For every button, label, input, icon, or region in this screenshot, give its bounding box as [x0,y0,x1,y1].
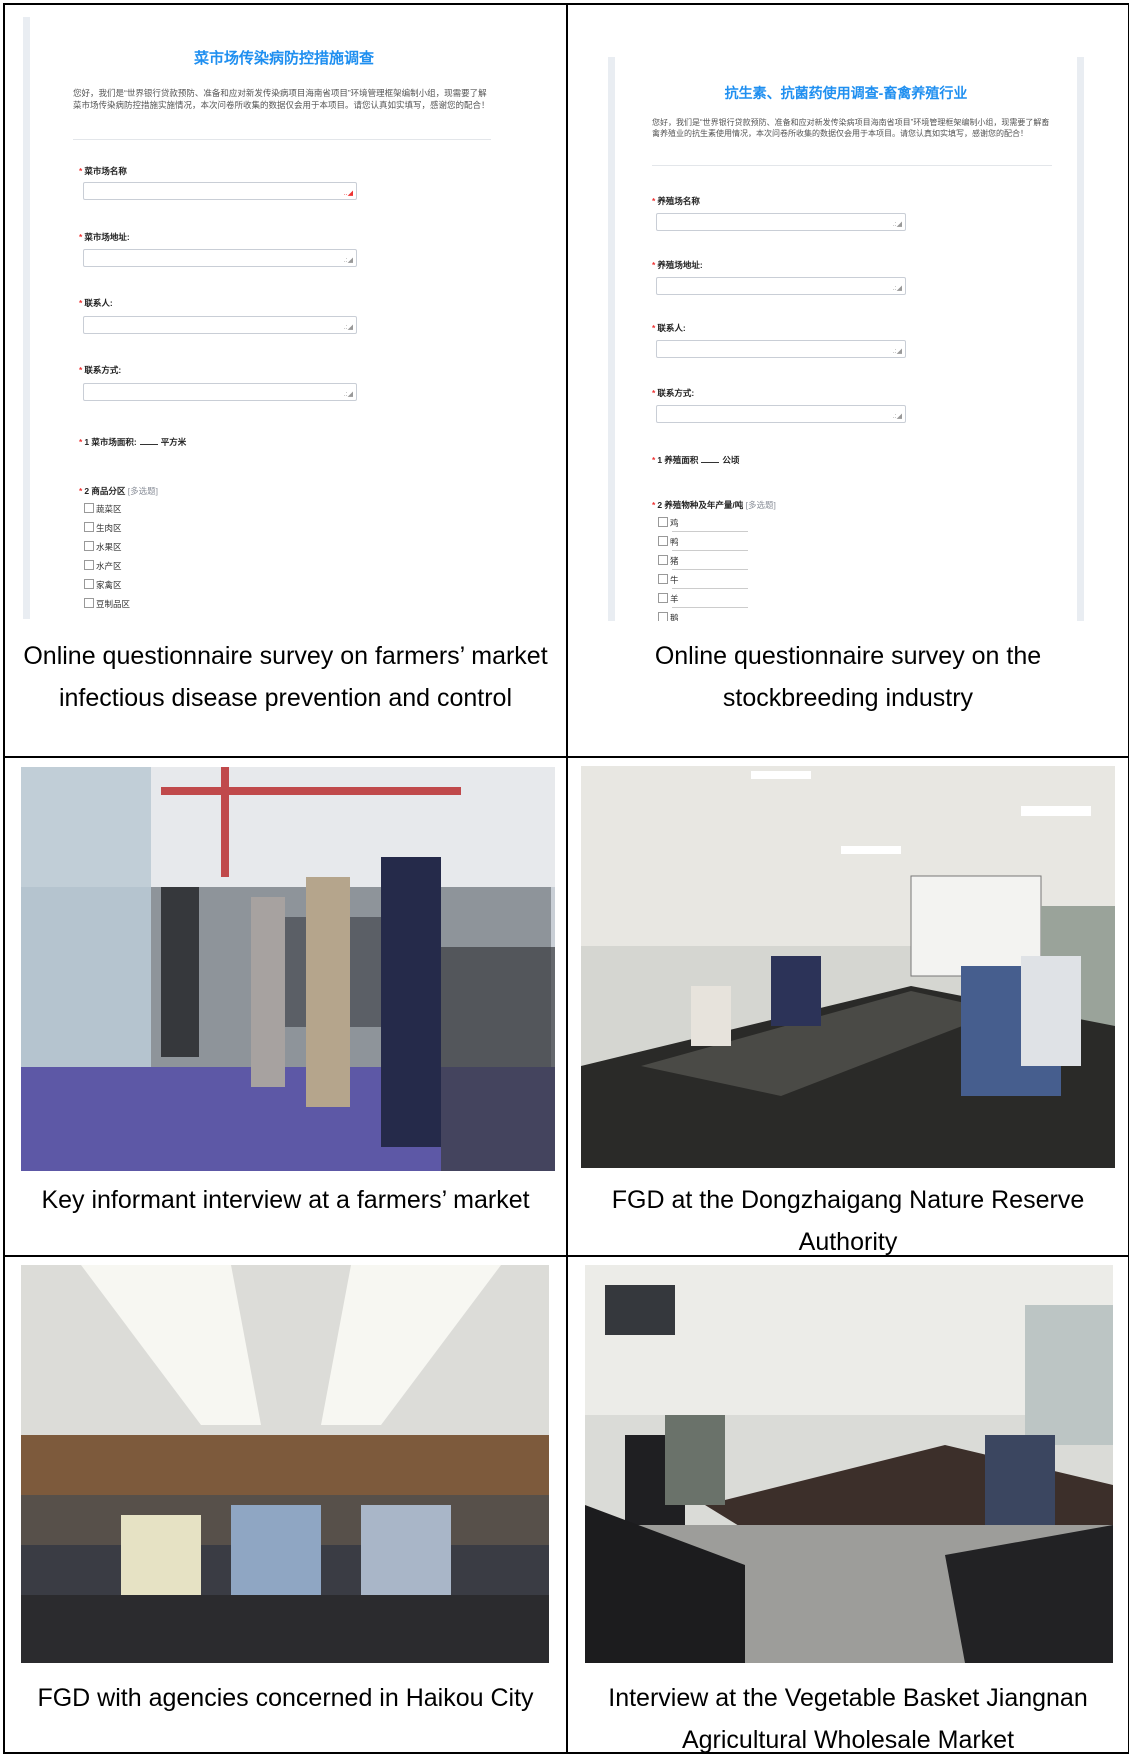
photo-fgd-dongzhaigang [581,766,1115,1168]
checkbox[interactable] [84,541,94,551]
checkbox-option[interactable]: 鹅 [658,612,679,621]
checkbox-option[interactable]: 羊 [658,593,748,608]
photo-vegetable-basket-interview [585,1265,1113,1663]
contact-person-input[interactable]: .:◢ [656,340,906,358]
caption-stockbreeding-questionnaire: Online questionnaire survey on the stock… [654,642,1042,712]
field-label-market-name: * 菜市场名称 [79,166,127,176]
checkbox[interactable] [658,536,668,546]
checkbox-option[interactable]: 牛 [658,574,748,589]
market-questionnaire-screenshot: 菜市场传染病防控措施调查 您好，我们是“世界银行贷款预防、准备和应对新发传染病项… [23,17,545,619]
field-label-contact-person: * 联系人: [79,298,113,308]
photo-fgd-haikou [21,1265,549,1663]
divider [652,165,1052,166]
screenshot-rail-left [608,57,615,621]
questionnaire-intro: 您好，我们是“世界银行贷款预防、准备和应对新发传染病项目海南省项目”环境管理框架… [652,118,1050,138]
photo-grid-table: 菜市场传染病防控措施调查 您好，我们是“世界银行贷款预防、准备和应对新发传染病项… [3,3,1129,1754]
caption-fgd-haikou: FGD with agencies concerned in Haikou Ci… [37,1684,534,1712]
checkbox-option[interactable]: 蔬菜区 [84,503,122,515]
checkbox[interactable] [658,593,668,603]
farm-address-input[interactable]: .:◢ [656,277,906,295]
cell-vegetable-basket-interview: Interview at the Vegetable Basket Jiangn… [566,1255,1129,1754]
checkbox-option[interactable]: 生肉区 [84,522,122,534]
question-1-market-area: * 1 菜市场面积: 平方米 [79,435,187,447]
checkbox[interactable] [84,598,94,608]
screenshot-rail-right [1077,57,1084,621]
caption-vegetable-basket-interview: Interview at the Vegetable Basket Jiangn… [608,1684,1088,1754]
questionnaire-title: 抗生素、抗菌药使用调查-畜禽养殖行业 [724,85,968,101]
caption-key-informant-interview: Key informant interview at a farmers’ ma… [41,1186,530,1214]
checkbox[interactable] [84,579,94,589]
contact-info-input[interactable]: .:◢ [83,383,357,401]
checkbox[interactable] [84,522,94,532]
field-label-farm-address: * 养殖场地址: [652,260,703,270]
cell-fgd-haikou: FGD with agencies concerned in Haikou Ci… [3,1255,568,1754]
questionnaire-intro: 您好，我们是“世界银行贷款预防、准备和应对新发传染病项目海南省项目”环境管理框架… [73,88,490,110]
caption-fgd-dongzhaigang: FGD at the Dongzhaigang Nature Reserve A… [611,1186,1085,1256]
checkbox[interactable] [658,574,668,584]
screenshot-rail-left [23,17,30,619]
field-label-farm-name: * 养殖场名称 [652,196,700,206]
field-label-contact-person: * 联系人: [652,323,686,333]
checkbox[interactable] [84,503,94,513]
question-2-product-zones: * 2 商品分区 [多选题] [79,486,159,496]
checkbox-option[interactable]: 鸡 [658,517,748,532]
cell-key-informant-interview: Key informant interview at a farmers’ ma… [3,756,568,1257]
checkbox-option[interactable]: 家禽区 [84,579,122,591]
cell-fgd-dongzhaigang: FGD at the Dongzhaigang Nature Reserve A… [566,756,1129,1257]
question-1-farm-area: * 1 养殖面积 公顷 [652,453,740,465]
field-label-contact-info: * 联系方式: [79,365,122,375]
checkbox[interactable] [658,517,668,527]
cell-stockbreeding-questionnaire: 抗生素、抗菌药使用调查-畜禽养殖行业 您好，我们是“世界银行贷款预防、准备和应对… [566,3,1129,758]
cell-market-questionnaire: 菜市场传染病防控措施调查 您好，我们是“世界银行贷款预防、准备和应对新发传染病项… [3,3,568,758]
field-label-contact-info: * 联系方式: [652,388,695,398]
questionnaire-title: 菜市场传染病防控措施调查 [193,50,374,67]
caption-market-questionnaire: Online questionnaire survey on farmers’ … [23,642,548,712]
checkbox-option[interactable]: 水产区 [84,560,122,572]
farm-name-input[interactable]: .:◢ [656,213,906,231]
stockbreeding-questionnaire-screenshot: 抗生素、抗菌药使用调查-畜禽养殖行业 您好，我们是“世界银行贷款预防、准备和应对… [608,57,1084,621]
checkbox[interactable] [658,612,668,621]
area-blank-input[interactable] [139,435,158,445]
checkbox[interactable] [658,555,668,565]
market-name-input[interactable]: ..◢ [83,182,357,200]
checkbox[interactable] [84,560,94,570]
divider [73,139,491,140]
contact-person-input[interactable]: .:◢ [83,316,357,334]
checkbox-option[interactable]: 豆制品区 [84,598,130,610]
field-label-market-address: * 菜市场地址: [79,232,130,242]
question-2-species-output: * 2 养殖物种及年产量/吨 [多选题] [652,500,776,510]
contact-info-input[interactable]: .:◢ [656,405,906,423]
market-address-input[interactable]: .:◢ [83,249,357,267]
checkbox-option[interactable]: 鸭 [658,536,748,551]
area-blank-input[interactable] [701,453,720,463]
photo-key-informant-interview [21,767,555,1171]
checkbox-option[interactable]: 水果区 [84,541,122,553]
checkbox-option[interactable]: 猪 [658,555,748,570]
